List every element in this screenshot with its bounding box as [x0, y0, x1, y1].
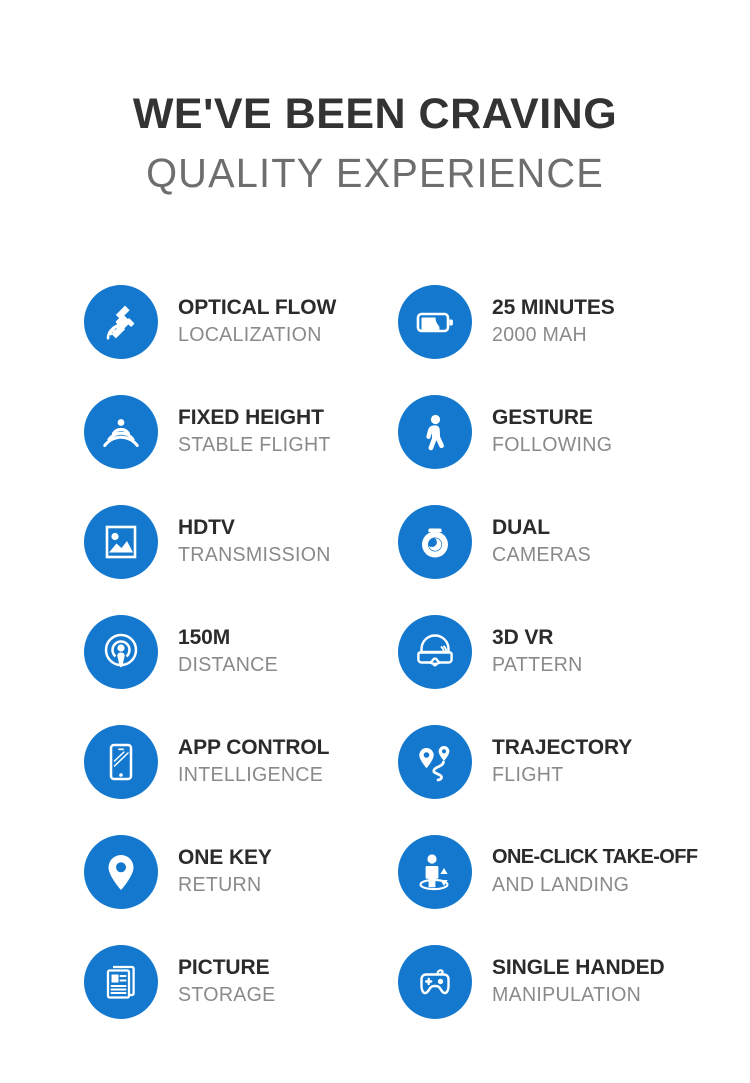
feature-item-app-control: APP CONTROL INTELLIGENCE	[84, 707, 398, 817]
feature-title: ONE KEY	[178, 845, 272, 869]
feature-title: FIXED HEIGHT	[178, 405, 324, 429]
feature-page: WE'VE BEEN CRAVING QUALITY EXPERIENCE OP…	[0, 0, 750, 1083]
feature-subtitle: PATTERN	[492, 654, 583, 677]
feature-subtitle: INTELLIGENCE	[178, 764, 324, 787]
feature-item-single-handed: SINGLE HANDED MANIPULATION	[398, 927, 684, 1037]
feature-subtitle: TRANSMISSION	[178, 544, 331, 567]
feature-item-3d-vr: 3D VR PATTERN	[398, 597, 684, 707]
feature-item-battery: 25 MINUTES 2000 MAH	[398, 267, 684, 377]
feature-text: 150M DISTANCE	[178, 626, 280, 679]
feature-title: GESTURE	[492, 405, 593, 429]
map-pin-icon	[84, 835, 158, 909]
takeoff-person-icon	[398, 835, 472, 909]
feature-title: 3D VR	[492, 625, 554, 649]
feature-subtitle: DISTANCE	[178, 654, 279, 677]
feature-text: APP CONTROL INTELLIGENCE	[178, 736, 329, 789]
page-heading: WE'VE BEEN CRAVING QUALITY EXPERIENCE	[0, 0, 750, 201]
feature-subtitle: STORAGE	[178, 984, 276, 1007]
feature-subtitle: RETURN	[178, 874, 262, 897]
feature-title: HDTV	[178, 515, 235, 539]
battery-icon	[398, 285, 472, 359]
walking-person-icon	[398, 395, 472, 469]
feature-subtitle: FLIGHT	[492, 764, 564, 787]
photo-icon	[84, 505, 158, 579]
feature-text: DUAL CAMERAS	[492, 516, 593, 569]
feature-text: ONE-CLICK TAKE-OFF AND LANDING	[492, 846, 698, 898]
feature-subtitle: CAMERAS	[492, 544, 591, 567]
gamepad-icon	[398, 945, 472, 1019]
feature-title: APP CONTROL	[178, 735, 330, 759]
feature-item-gesture: GESTURE FOLLOWING	[398, 377, 684, 487]
feature-subtitle: LOCALIZATION	[178, 324, 322, 347]
documents-icon	[84, 945, 158, 1019]
broadcast-icon	[84, 615, 158, 689]
feature-text: 3D VR PATTERN	[492, 626, 584, 679]
feature-text: ONE KEY RETURN	[178, 846, 272, 899]
feature-item-optical-flow: OPTICAL FLOW LOCALIZATION	[84, 267, 398, 377]
feature-item-hdtv: HDTV TRANSMISSION	[84, 487, 398, 597]
feature-subtitle: MANIPULATION	[492, 984, 642, 1007]
feature-title: TRAJECTORY	[492, 735, 633, 759]
feature-subtitle: FOLLOWING	[492, 434, 613, 457]
page-title: WE'VE BEEN CRAVING	[132, 90, 618, 138]
feature-subtitle: AND LANDING	[492, 873, 630, 896]
feature-item-picture-storage: PICTURE STORAGE	[84, 927, 398, 1037]
feature-title: SINGLE HANDED	[492, 955, 665, 979]
feature-title: 25 MINUTES	[492, 295, 615, 319]
smartphone-icon	[84, 725, 158, 799]
page-subtitle: QUALITY EXPERIENCE	[146, 150, 604, 197]
feature-item-one-key-return: ONE KEY RETURN	[84, 817, 398, 927]
feature-text: PICTURE STORAGE	[178, 956, 278, 1009]
feature-title: OPTICAL FLOW	[178, 295, 337, 319]
feature-text: OPTICAL FLOW LOCALIZATION	[178, 296, 336, 349]
feature-grid: OPTICAL FLOW LOCALIZATION 25 MINUTES 200…	[84, 267, 698, 1037]
feature-title: DUAL	[492, 515, 550, 539]
feature-text: 25 MINUTES 2000 MAH	[492, 296, 615, 349]
feature-item-fixed-height: FIXED HEIGHT STABLE FLIGHT	[84, 377, 398, 487]
feature-item-distance: 150M DISTANCE	[84, 597, 398, 707]
feature-subtitle: STABLE FLIGHT	[178, 434, 331, 457]
feature-text: GESTURE FOLLOWING	[492, 406, 615, 459]
feature-item-trajectory: TRAJECTORY FLIGHT	[398, 707, 684, 817]
feature-text: TRAJECTORY FLIGHT	[492, 736, 632, 789]
feature-title: ONE-CLICK TAKE-OFF	[492, 846, 698, 869]
satellite-icon	[84, 285, 158, 359]
feature-text: FIXED HEIGHT STABLE FLIGHT	[178, 406, 334, 459]
webcam-icon	[398, 505, 472, 579]
feature-text: HDTV TRANSMISSION	[178, 516, 334, 569]
sonar-waves-icon	[84, 395, 158, 469]
route-pins-icon	[398, 725, 472, 799]
feature-item-one-click-takeoff: ONE-CLICK TAKE-OFF AND LANDING	[398, 817, 698, 927]
feature-title: PICTURE	[178, 955, 270, 979]
feature-title: 150M	[178, 625, 231, 649]
vr-headset-icon	[398, 615, 472, 689]
feature-subtitle: 2000 MAH	[492, 324, 587, 347]
feature-text: SINGLE HANDED MANIPULATION	[492, 956, 665, 1009]
feature-item-dual-cameras: DUAL CAMERAS	[398, 487, 684, 597]
